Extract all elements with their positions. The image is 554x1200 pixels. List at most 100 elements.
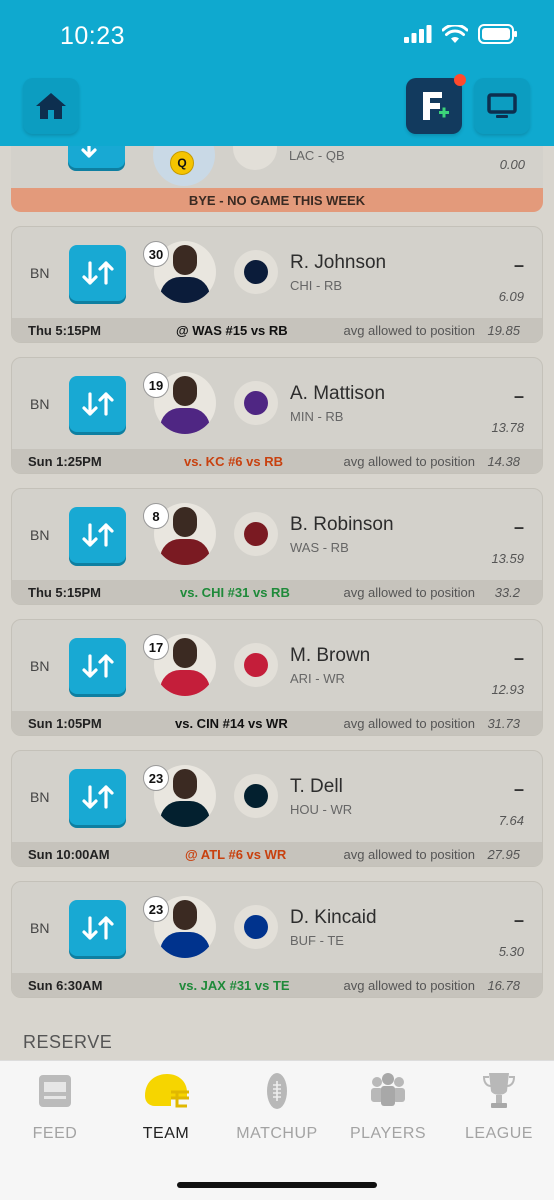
- swap-button[interactable]: [69, 638, 126, 694]
- tab-players[interactable]: PLAYERS: [333, 1069, 443, 1143]
- swap-arrows-icon: [81, 916, 114, 940]
- player-points: 12.93: [491, 682, 524, 697]
- player-points: 13.59: [491, 551, 524, 566]
- matchup-row: Sun 10:00AM @ ATL #6 vs WR avg allowed to …: [12, 842, 542, 866]
- player-name[interactable]: D. Kincaid: [290, 907, 377, 929]
- team-logo-icon: [244, 260, 268, 284]
- player-points: 0.00: [499, 157, 525, 172]
- player-row[interactable]: BN 23 T. Dell HOU - WR – 7.64: [12, 751, 542, 842]
- team-logo: [234, 643, 278, 687]
- player-photo-head: [173, 638, 197, 668]
- top-bar: 10:23: [0, 0, 554, 146]
- game-time: Thu 5:15PM: [28, 585, 101, 600]
- opponent-rank: vs. CIN #14 vs WR: [175, 716, 288, 731]
- game-time: Sun 1:05PM: [28, 716, 102, 731]
- tab-feed[interactable]: FEED: [0, 1069, 110, 1143]
- player-points: 13.78: [491, 420, 524, 435]
- home-icon: [36, 93, 66, 119]
- player-team-position: MIN - RB: [290, 409, 344, 424]
- avg-allowed-value: 16.78: [487, 978, 520, 993]
- player-row[interactable]: BN 8 B. Robinson WAS - RB – 13.59: [12, 489, 542, 580]
- avg-allowed-value: 19.85: [487, 323, 520, 338]
- jersey-number: 19: [143, 372, 169, 398]
- tab-bar: FEED TEAM MATCHUP PLAYERS LEAGUE: [0, 1060, 554, 1200]
- battery-icon: [478, 24, 517, 44]
- player-team-position: BUF - TE: [290, 933, 344, 948]
- feed-icon: [39, 1075, 71, 1107]
- player-name[interactable]: R. Johnson: [290, 252, 386, 274]
- swap-button[interactable]: [69, 900, 126, 956]
- roster-list[interactable]: Q LAC - QB 0.00 BYE - NO GAME THIS WEEK …: [0, 146, 554, 1060]
- home-button[interactable]: [23, 78, 79, 134]
- projected-points: –: [513, 386, 524, 406]
- roster-card[interactable]: BN 23 T. Dell HOU - WR – 7.64 Sun 10:00AM @ ATL…: [11, 750, 543, 867]
- monitor-icon: [487, 93, 517, 118]
- tab-matchup[interactable]: MATCHUP: [222, 1069, 332, 1143]
- roster-card[interactable]: BN 19 A. Mattison MIN - RB – 13.78 Sun 1:25PM v…: [11, 357, 543, 474]
- roster-card[interactable]: BN 23 D. Kincaid BUF - TE – 5.30 Sun 6:30AM vs.…: [11, 881, 543, 998]
- fantasy-add-button[interactable]: [406, 74, 466, 134]
- swap-button[interactable]: [69, 507, 126, 563]
- status-time: 10:23: [60, 22, 126, 50]
- avg-allowed-value: 14.38: [487, 454, 520, 469]
- player-team-position: HOU - WR: [290, 802, 353, 817]
- matchup-row: Sun 1:25PM vs. KC #6 vs RB avg allowed to …: [12, 449, 542, 473]
- tab-label: LEAGUE: [465, 1125, 533, 1142]
- swap-button[interactable]: [69, 245, 126, 301]
- player-team-position: ARI - WR: [290, 671, 345, 686]
- player-photo-head: [173, 769, 197, 799]
- tab-league[interactable]: LEAGUE: [444, 1069, 554, 1143]
- signal-icon: [404, 25, 432, 43]
- projected-points: –: [513, 910, 524, 930]
- player-row[interactable]: BN 23 D. Kincaid BUF - TE – 5.30: [12, 882, 542, 973]
- player-name[interactable]: M. Brown: [290, 645, 370, 667]
- player-photo-head: [173, 900, 197, 930]
- swap-arrows-icon: [81, 261, 114, 285]
- player-points: 5.30: [498, 944, 524, 959]
- avg-allowed-label: avg allowed to position: [343, 716, 475, 731]
- tv-button[interactable]: [474, 78, 530, 134]
- matchup-row: Thu 5:15PM vs. CHI #31 vs RB avg allowed t…: [12, 580, 542, 604]
- avg-allowed-label: avg allowed to position: [343, 323, 475, 338]
- opponent-rank: vs. JAX #31 vs TE: [179, 978, 290, 993]
- player-row[interactable]: BN 30 R. Johnson CHI - RB – 6.09: [12, 227, 542, 318]
- player-name[interactable]: A. Mattison: [290, 383, 385, 405]
- avg-allowed-label: avg allowed to position: [343, 585, 475, 600]
- player-points: 7.64: [498, 813, 524, 828]
- player-row[interactable]: BN 17 M. Brown ARI - WR – 12.93: [12, 620, 542, 711]
- player-photo-jersey: [160, 408, 210, 434]
- projected-points: –: [513, 648, 524, 668]
- swap-button[interactable]: [68, 146, 125, 168]
- swap-arrows-icon: [81, 785, 114, 809]
- opponent-rank: vs. CHI #31 vs RB: [180, 585, 290, 600]
- roster-card[interactable]: BN 17 M. Brown ARI - WR – 12.93 Sun 1:05PM vs. …: [11, 619, 543, 736]
- player-row[interactable]: BN 19 A. Mattison MIN - RB – 13.78: [12, 358, 542, 449]
- jersey-number: 30: [143, 241, 169, 267]
- projected-points: –: [513, 779, 524, 799]
- player-name[interactable]: T. Dell: [290, 776, 343, 798]
- roster-card[interactable]: BN 8 B. Robinson WAS - RB – 13.59 Thu 5:15PM vs…: [11, 488, 543, 605]
- team-logo-icon: [244, 915, 268, 939]
- tab-label: PLAYERS: [349, 1125, 427, 1142]
- roster-slot: BN: [30, 920, 50, 936]
- roster-slot: BN: [30, 396, 50, 412]
- swap-button[interactable]: [69, 376, 126, 432]
- player-photo-head: [173, 507, 197, 537]
- status-badge: Q: [170, 151, 194, 175]
- roster-card[interactable]: BN 30 R. Johnson CHI - RB – 6.09 Thu 5:15PM @ W…: [11, 226, 543, 343]
- player-photo-jersey: [160, 932, 210, 958]
- player-points: 6.09: [498, 289, 524, 304]
- tab-label: FEED: [32, 1125, 78, 1142]
- tab-label: TEAM: [142, 1125, 190, 1142]
- swap-button[interactable]: [69, 769, 126, 825]
- swap-arrows-icon: [81, 654, 114, 678]
- player-name[interactable]: B. Robinson: [290, 514, 394, 536]
- wifi-icon: [442, 24, 468, 43]
- tab-team[interactable]: TEAM: [111, 1069, 221, 1143]
- player-team-position: CHI - RB: [290, 278, 342, 293]
- avg-allowed-value: 27.95: [487, 847, 520, 862]
- bye-banner: BYE - NO GAME THIS WEEK: [11, 188, 543, 212]
- avg-allowed-label: avg allowed to position: [343, 978, 475, 993]
- jersey-number: 8: [143, 503, 169, 529]
- team-logo: [233, 146, 277, 170]
